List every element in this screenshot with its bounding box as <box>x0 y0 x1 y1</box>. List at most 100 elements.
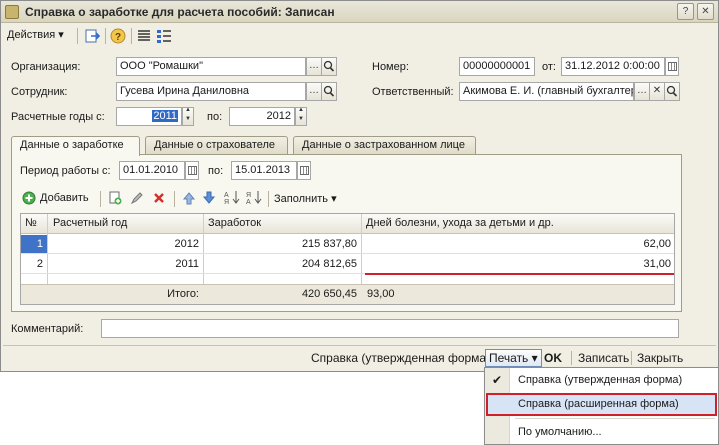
fill-label: Заполнить <box>274 193 329 205</box>
menu-item-extended-form[interactable]: Справка (расширенная форма) <box>486 393 717 416</box>
sort-descending-icon[interactable]: ЯA <box>246 189 262 206</box>
actions-menu-button[interactable]: Действия ▾ <box>7 28 64 41</box>
row-year: 2012 <box>174 238 199 250</box>
toolbar-divider <box>174 191 175 207</box>
table-row[interactable]: 2 2011 204 812,65 31,00 <box>21 255 674 274</box>
column-header-sick-days[interactable]: Дней болезни, ухода за детьми и др. <box>366 217 554 229</box>
row-earnings: 215 837,80 <box>301 238 357 250</box>
select-button[interactable]: … <box>634 82 650 101</box>
menu-item-default[interactable]: По умолчанию... <box>485 422 718 444</box>
close-button[interactable]: Закрыть <box>637 351 683 365</box>
year-to-field[interactable]: 2012 <box>229 107 295 126</box>
calendar-icon[interactable] <box>665 57 679 76</box>
menu-item-approved-form[interactable]: ✔ Справка (утвержденная форма) <box>485 370 718 392</box>
save-button[interactable]: Записать <box>578 351 629 365</box>
svg-text:A: A <box>224 192 229 199</box>
organization-label: Организация: <box>11 61 81 73</box>
title-bar: Справка о заработке для расчета пособий:… <box>1 1 718 23</box>
help-circle-icon[interactable]: ? <box>109 27 127 45</box>
print-menu-button[interactable]: Печать ▾ <box>485 349 542 367</box>
period-from-field[interactable]: 01.01.2010 <box>119 161 185 180</box>
list-view-icon[interactable] <box>135 27 153 45</box>
period-to-label: по: <box>208 165 224 177</box>
years-to-label: по: <box>207 111 223 123</box>
calendar-icon[interactable] <box>185 161 199 180</box>
calendar-icon[interactable] <box>297 161 311 180</box>
column-header-year[interactable]: Расчетный год <box>53 217 127 229</box>
search-icon[interactable] <box>664 82 680 101</box>
actions-label: Действия <box>7 29 56 41</box>
year-from-value: 2011 <box>152 110 178 122</box>
go-to-icon[interactable] <box>83 27 101 45</box>
menu-item-label: По умолчанию... <box>518 426 602 438</box>
organization-field[interactable]: ООО "Ромашки" <box>116 57 306 76</box>
toolbar-divider <box>100 191 101 207</box>
table-row[interactable]: 1 2012 215 837,80 62,00 <box>21 235 674 254</box>
search-icon[interactable] <box>321 82 337 101</box>
date-label: от: <box>542 61 556 73</box>
years-label: Расчетные годы с: <box>11 111 105 123</box>
delete-icon[interactable] <box>152 191 166 205</box>
structure-icon[interactable] <box>155 27 173 45</box>
ok-button[interactable]: OK <box>544 351 562 365</box>
fill-menu-button[interactable]: Заполнить ▾ <box>274 192 337 205</box>
add-icon <box>22 191 36 205</box>
date-field[interactable]: 31.12.2012 0:00:00 <box>561 57 665 76</box>
svg-text:Я: Я <box>224 199 229 205</box>
column-header-number[interactable]: № <box>25 217 37 229</box>
move-up-icon[interactable] <box>182 191 196 205</box>
print-dropdown-menu: ✔ Справка (утвержденная форма) Справка (… <box>484 367 719 445</box>
row-number: 1 <box>36 238 43 250</box>
employee-field[interactable]: Гусева Ирина Даниловна <box>116 82 306 101</box>
table-header: № Расчетный год Заработок Дней болезни, … <box>21 214 674 234</box>
table-footer: Итого: 420 650,45 93,00 <box>21 284 674 304</box>
year-from-field[interactable]: 2011 <box>116 107 182 126</box>
number-label: Номер: <box>372 61 409 73</box>
toolbar-divider <box>77 28 78 44</box>
footer-total-label: Итого: <box>167 288 199 300</box>
tab-earnings[interactable]: Данные о заработке <box>11 136 140 156</box>
command-divider <box>571 351 572 365</box>
copy-icon[interactable] <box>108 191 122 205</box>
toolbar-divider <box>105 28 106 44</box>
period-to-field[interactable]: 15.01.2013 <box>231 161 297 180</box>
report-button[interactable]: Справка (утвержденная форма) <box>311 351 490 365</box>
highlight-underline <box>365 273 674 275</box>
svg-text:Я: Я <box>246 192 251 199</box>
comment-field[interactable] <box>101 319 679 338</box>
select-button[interactable]: … <box>306 57 322 76</box>
period-label: Период работы с: <box>20 165 111 177</box>
footer-total-days: 93,00 <box>367 288 395 300</box>
document-window: Справка о заработке для расчета пособий:… <box>0 0 719 372</box>
document-icon <box>5 5 19 19</box>
row-earnings: 204 812,65 <box>301 258 357 270</box>
clear-icon[interactable]: ✕ <box>649 82 665 101</box>
toolbar-divider <box>131 28 132 44</box>
svg-text:?: ? <box>115 32 121 43</box>
menu-item-label: Справка (расширенная форма) <box>518 398 679 410</box>
search-icon[interactable] <box>321 57 337 76</box>
year-from-spinner[interactable] <box>182 107 194 126</box>
edit-icon[interactable] <box>130 191 144 205</box>
close-icon[interactable]: ✕ <box>697 3 714 20</box>
tab-insured-person[interactable]: Данные о застрахованном лице <box>293 136 476 155</box>
menu-item-label: Справка (утвержденная форма) <box>518 374 683 386</box>
earnings-table: № Расчетный год Заработок Дней болезни, … <box>20 213 675 305</box>
responsible-field[interactable]: Акимова Е. И. (главный бухгалтер) <box>459 82 634 101</box>
form-toolbar: Действия ▾ ? <box>3 25 716 47</box>
row-number: 2 <box>36 258 43 270</box>
help-icon[interactable]: ? <box>677 3 694 20</box>
window-title: Справка о заработке для расчета пособий:… <box>25 5 335 19</box>
add-label: Добавить <box>40 192 89 204</box>
select-button[interactable]: … <box>306 82 322 101</box>
sort-ascending-icon[interactable]: AЯ <box>224 189 240 206</box>
year-to-spinner[interactable] <box>295 107 307 126</box>
move-down-icon[interactable] <box>202 191 216 205</box>
command-bar: Справка (утвержденная форма) Печать ▾ OK… <box>3 345 716 369</box>
svg-text:A: A <box>246 199 251 205</box>
number-field[interactable]: 00000000001 <box>459 57 535 76</box>
row-sick-days: 62,00 <box>643 238 671 250</box>
tab-insurer[interactable]: Данные о страхователе <box>145 136 288 155</box>
column-header-earnings[interactable]: Заработок <box>208 217 261 229</box>
responsible-label: Ответственный: <box>372 86 454 98</box>
